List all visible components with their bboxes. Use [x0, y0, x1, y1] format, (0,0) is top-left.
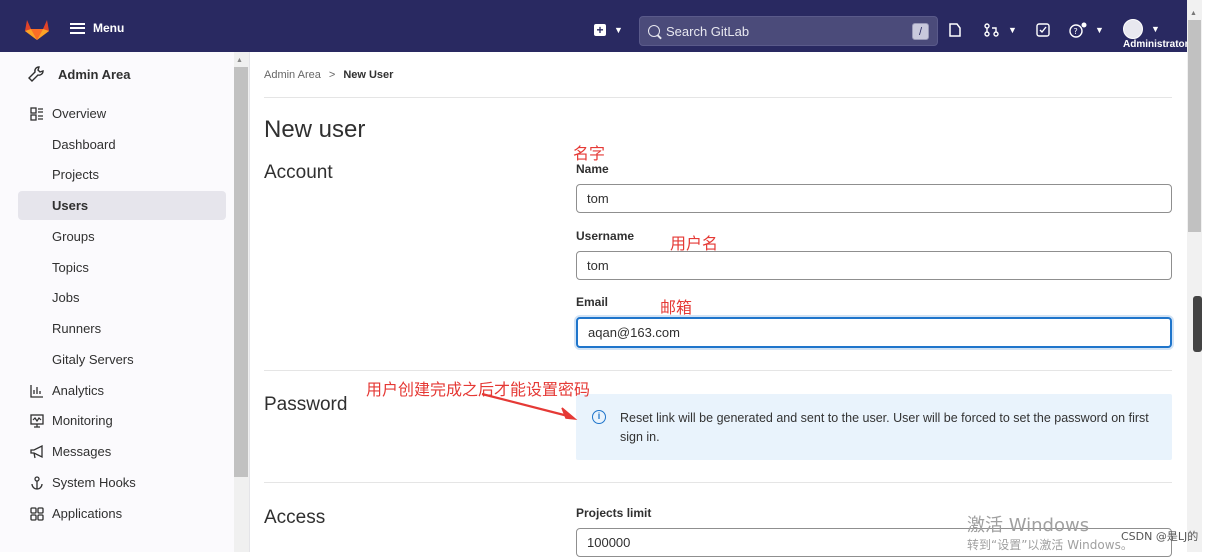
- sidebar-item-label: Users: [52, 198, 89, 213]
- password-info-alert: i Reset link will be generated and sent …: [576, 394, 1172, 460]
- sidebar-item-system-hooks[interactable]: System Hooks: [18, 468, 226, 497]
- annotation-name: 名字: [573, 144, 606, 163]
- search-icon: [648, 25, 660, 37]
- email-field[interactable]: [576, 317, 1172, 348]
- name-field[interactable]: [576, 184, 1172, 213]
- divider: [264, 370, 1172, 371]
- account-section-title: Account: [264, 162, 333, 183]
- sidebar-item-label: Jobs: [52, 290, 80, 305]
- access-section-title: Access: [264, 507, 326, 528]
- sidebar-item-label: Topics: [52, 260, 89, 275]
- csdn-watermark: CSDN @是LJ的: [1121, 530, 1199, 543]
- todo-icon[interactable]: [1036, 23, 1050, 37]
- top-navbar: Menu + ▼ Search GitLab / ▼ ? ▼ ▼ Adminis…: [0, 0, 1189, 52]
- chevron-down-icon: ▼: [614, 25, 623, 35]
- breadcrumb-separator: >: [328, 69, 336, 81]
- sidebar-item-label: Monitoring: [52, 413, 113, 428]
- menu-label: Menu: [93, 21, 125, 35]
- breadcrumb: Admin Area > New User: [264, 69, 393, 81]
- sidebar-item-label: Runners: [52, 321, 102, 336]
- username-field[interactable]: [576, 251, 1172, 280]
- annotation-email: 邮箱: [660, 298, 693, 317]
- plus-square-icon: +: [594, 24, 606, 36]
- new-item-dropdown[interactable]: + ▼: [594, 18, 623, 42]
- password-info-text: Reset link will be generated and sent to…: [620, 411, 1149, 444]
- sidebar-item-label: Gitaly Servers: [52, 352, 134, 367]
- sidebar-item-label: Applications: [52, 506, 123, 521]
- sidebar-item-users[interactable]: Users: [18, 191, 226, 220]
- scroll-up-icon[interactable]: ▲: [236, 57, 243, 64]
- divider: [264, 482, 1172, 483]
- sidebar-item-label: System Hooks: [52, 475, 136, 490]
- sidebar-title: Admin Area: [58, 66, 131, 82]
- chart-icon: [30, 384, 44, 398]
- chevron-down-icon: ▼: [1008, 25, 1017, 35]
- info-icon: i: [592, 410, 606, 424]
- sidebar-item-groups[interactable]: Groups: [18, 222, 226, 251]
- username-label: Username: [576, 229, 635, 243]
- applications-icon: [30, 506, 44, 521]
- chevron-down-icon: ▼: [1095, 25, 1104, 35]
- sidebar-item-projects[interactable]: Projects: [18, 160, 226, 189]
- name-label: Name: [576, 162, 609, 176]
- sidebar-item-analytics[interactable]: Analytics: [18, 376, 226, 405]
- sidebar-item-label: Projects: [52, 167, 99, 182]
- email-label: Email: [576, 295, 609, 309]
- divider: [264, 97, 1172, 98]
- hook-icon: [30, 475, 44, 490]
- svg-text:?: ?: [1074, 27, 1078, 36]
- windows-activation-hint: 转到“设置”以激活 Windows。: [967, 538, 1133, 552]
- sidebar-item-topics[interactable]: Topics: [18, 253, 226, 282]
- user-name[interactable]: Administrator: [1123, 39, 1189, 50]
- password-section-title: Password: [264, 394, 348, 415]
- avatar[interactable]: [1123, 19, 1143, 39]
- sidebar-header[interactable]: Admin Area: [28, 66, 130, 82]
- sidebar-item-label: Messages: [52, 444, 112, 459]
- merge-requests-dropdown[interactable]: ▼: [984, 18, 1017, 42]
- sidebar-item-overview[interactable]: Overview: [18, 99, 226, 128]
- search-shortcut-key: /: [912, 23, 929, 40]
- page-title: New user: [264, 116, 366, 143]
- windows-activation-watermark: 激活 Windows: [967, 515, 1090, 536]
- scroll-up-icon[interactable]: ▲: [1190, 10, 1197, 17]
- gitlab-logo-icon[interactable]: [24, 17, 50, 41]
- search-input[interactable]: Search GitLab: [666, 24, 749, 39]
- hamburger-icon: [70, 22, 85, 34]
- help-dropdown[interactable]: ? ▼: [1069, 18, 1104, 42]
- help-icon: ?: [1069, 22, 1087, 38]
- sidebar-item-label: Dashboard: [52, 137, 116, 152]
- chevron-down-icon: ▼: [1151, 24, 1160, 34]
- megaphone-icon: [30, 444, 44, 459]
- menu-button[interactable]: Menu: [70, 21, 124, 35]
- search-box[interactable]: Search GitLab /: [639, 16, 938, 46]
- sidebar-item-label: Groups: [52, 229, 95, 244]
- sidebar-item-dashboard[interactable]: Dashboard: [18, 130, 226, 159]
- sidebar-item-gitaly-servers[interactable]: Gitaly Servers: [18, 345, 226, 374]
- sidebar-item-label: Overview: [52, 106, 107, 121]
- projects-limit-label: Projects limit: [576, 506, 652, 520]
- merge-request-icon: [984, 23, 999, 37]
- sidebar-item-applications[interactable]: Applications: [18, 499, 226, 528]
- breadcrumb-current: New User: [343, 69, 394, 81]
- sidebar-item-monitoring[interactable]: Monitoring: [18, 406, 226, 435]
- sidebar-item-messages[interactable]: Messages: [18, 437, 226, 466]
- page-scrollbar-thumb[interactable]: [1188, 20, 1201, 232]
- sidebar-item-jobs[interactable]: Jobs: [18, 283, 226, 312]
- annotation-username: 用户名: [670, 234, 719, 253]
- sidebar-scrollbar-thumb[interactable]: [234, 67, 248, 477]
- issues-icon[interactable]: [948, 23, 962, 37]
- sidebar-item-label: Analytics: [52, 383, 105, 398]
- breadcrumb-parent-link[interactable]: Admin Area: [264, 69, 321, 81]
- side-handle[interactable]: [1193, 296, 1202, 352]
- overview-icon: [30, 106, 44, 121]
- sidebar-item-runners[interactable]: Runners: [18, 314, 226, 343]
- annotation-arrow-icon: [481, 392, 578, 421]
- monitor-icon: [30, 413, 44, 428]
- wrench-icon: [28, 66, 44, 82]
